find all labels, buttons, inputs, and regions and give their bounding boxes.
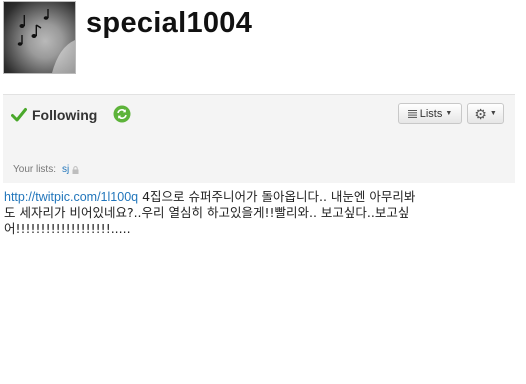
gear-icon: ⚙	[474, 105, 487, 122]
refresh-icon[interactable]	[113, 105, 131, 123]
username: special1004	[86, 7, 253, 39]
list-link-sj[interactable]: sj	[62, 164, 69, 175]
list-lines-icon	[407, 109, 417, 118]
lists-button[interactable]: Lists ▼	[398, 103, 462, 124]
your-lists-label: Your lists:	[13, 164, 56, 175]
tweet-link[interactable]: http://twitpic.com/1l100q	[4, 190, 138, 204]
avatar[interactable]	[3, 1, 76, 74]
settings-menu-button[interactable]: ⚙ ▼	[467, 103, 504, 124]
chevron-down-icon: ▼	[489, 110, 497, 117]
lock-icon	[72, 165, 79, 174]
lists-button-label: Lists	[419, 107, 443, 120]
check-icon	[11, 108, 27, 122]
relationship-panel: Following Lists ▼ ⚙ ▼ Your lists: sj	[3, 94, 515, 183]
tweet: http://twitpic.com/1l100q 4집으로 슈퍼주니어가 돌아…	[4, 189, 424, 237]
music-notes-icon	[17, 9, 75, 73]
following-label: Following	[32, 107, 98, 123]
your-lists: Your lists: sj	[13, 164, 79, 175]
profile-header: special1004	[3, 1, 523, 75]
following-status[interactable]: Following	[11, 107, 97, 123]
chevron-down-icon: ▼	[445, 110, 453, 117]
